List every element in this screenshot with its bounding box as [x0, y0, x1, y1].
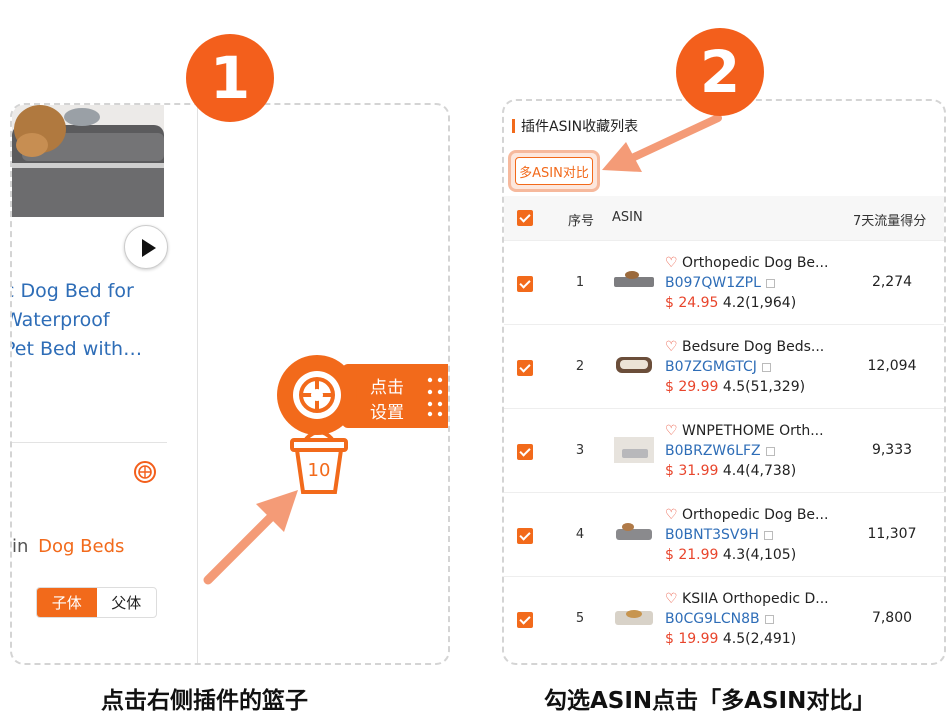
row-asin-link[interactable]: B07ZGMGTCJ	[665, 359, 757, 375]
row-product-thumbnail[interactable]	[612, 433, 656, 467]
right-panel: 插件ASIN收藏列表 多ASIN对比 序号 ASIN 7天流量得分 1 ♡ Ort…	[502, 99, 946, 665]
step-1-badge: 1	[186, 34, 274, 122]
row-checkbox[interactable]	[517, 528, 533, 544]
column-divider	[197, 105, 198, 663]
product-title-line-2[interactable]: Waterproof	[12, 306, 110, 335]
row-checkbox[interactable]	[517, 360, 533, 376]
basket-count: 10	[307, 460, 331, 481]
step-2-badge: 2	[676, 28, 764, 116]
favorite-heart-icon[interactable]: ♡	[665, 507, 678, 523]
row-score: 2,274	[871, 274, 913, 290]
multi-asin-compare-button[interactable]: 多ASIN对比	[515, 157, 593, 185]
column-index: 序号	[568, 214, 595, 229]
divider	[12, 442, 167, 443]
row-title[interactable]: Orthopedic Dog Be...	[682, 507, 828, 523]
row-checkbox[interactable]	[517, 276, 533, 292]
settings-label-1: 点击	[370, 378, 404, 398]
row-product-thumbnail[interactable]	[612, 517, 656, 551]
table-row: 5 ♡ KSIIA Orthopedic D... B0CG9LCN8B $ 19.9…	[504, 576, 944, 660]
row-price: $ 24.95	[665, 295, 719, 311]
table-row: 1 ♡ Orthopedic Dog Be... B097QW1ZPL $ 24.95…	[504, 240, 944, 324]
favorite-heart-icon[interactable]: ♡	[665, 591, 678, 607]
copy-icon[interactable]	[765, 446, 775, 456]
table-header: 序号 ASIN 7天流量得分	[504, 196, 944, 240]
play-icon	[142, 239, 156, 257]
child-variant-tab[interactable]: 子体	[37, 588, 97, 617]
row-rating: 4.4(4,738)	[722, 463, 797, 479]
row-rating: 4.3(4,105)	[722, 547, 797, 563]
row-asin-link[interactable]: B097QW1ZPL	[665, 275, 761, 291]
category-prefix: in	[12, 536, 29, 557]
row-index: 1	[575, 275, 585, 290]
favorite-heart-icon[interactable]: ♡	[665, 255, 678, 271]
row-product-thumbnail[interactable]	[612, 349, 656, 383]
plugin-logo-icon	[293, 371, 341, 419]
row-rating: 4.5(2,491)	[722, 631, 797, 647]
row-price: $ 31.99	[665, 463, 719, 479]
row-details: ♡ Orthopedic Dog Be... B097QW1ZPL $ 24.95 …	[665, 253, 828, 313]
product-image[interactable]	[12, 105, 164, 217]
row-title[interactable]: WNPETHOME Orth...	[682, 423, 824, 439]
row-checkbox[interactable]	[517, 444, 533, 460]
product-title-line-1[interactable]: c Dog Bed for	[12, 277, 134, 306]
column-asin: ASIN	[612, 210, 643, 225]
copy-icon[interactable]	[761, 362, 771, 372]
copy-icon[interactable]	[764, 614, 774, 624]
row-title[interactable]: Orthopedic Dog Be...	[682, 255, 828, 271]
table-row: 2 ♡ Bedsure Dog Beds... B07ZGMGTCJ $ 29.99 …	[504, 324, 944, 408]
plugin-badge-icon[interactable]	[134, 461, 156, 483]
row-details: ♡ Bedsure Dog Beds... B07ZGMGTCJ $ 29.99 4…	[665, 337, 824, 397]
row-index: 3	[575, 443, 585, 458]
row-asin-link[interactable]: B0CG9LCN8B	[665, 611, 760, 627]
copy-icon[interactable]	[765, 278, 775, 288]
settings-label-2: 设置	[370, 403, 404, 423]
row-index: 2	[575, 359, 585, 374]
category-link[interactable]: Dog Beds	[38, 536, 124, 557]
row-score: 12,094	[867, 358, 917, 374]
variant-toggle: 子体 父体	[36, 587, 157, 618]
drag-handle-icon[interactable]	[426, 376, 446, 418]
row-price: $ 21.99	[665, 547, 719, 563]
row-title[interactable]: KSIIA Orthopedic D...	[682, 591, 829, 607]
column-score: 7天流量得分	[853, 214, 927, 229]
row-index: 4	[575, 527, 585, 542]
row-asin-link[interactable]: B0BNT3SV9H	[665, 527, 759, 543]
row-product-thumbnail[interactable]	[612, 265, 656, 299]
row-rating: 4.5(51,329)	[722, 379, 806, 395]
category-line: in Dog Beds	[12, 536, 124, 557]
pointer-arrow-2	[602, 114, 722, 172]
row-details: ♡ Orthopedic Dog Be... B0BNT3SV9H $ 21.99 …	[665, 505, 828, 565]
row-product-thumbnail[interactable]	[612, 601, 656, 635]
select-all-checkbox[interactable]	[517, 210, 533, 226]
row-score: 7,800	[871, 610, 913, 626]
plugin-logo-button[interactable]	[277, 355, 357, 435]
favorite-heart-icon[interactable]: ♡	[665, 423, 678, 439]
favorite-heart-icon[interactable]: ♡	[665, 339, 678, 355]
copy-icon[interactable]	[763, 530, 773, 540]
row-price: $ 19.99	[665, 631, 719, 647]
product-title-line-3[interactable]: Pet Bed with…	[12, 335, 142, 364]
row-title[interactable]: Bedsure Dog Beds...	[682, 339, 824, 355]
left-caption: 点击右侧插件的篮子	[101, 688, 308, 714]
heading-accent-bar	[512, 119, 515, 133]
row-rating: 4.2(1,964)	[722, 295, 797, 311]
row-index: 5	[575, 611, 585, 626]
right-caption: 勾选ASIN点击「多ASIN对比」	[544, 688, 876, 714]
row-asin-link[interactable]: B0BRZW6LFZ	[665, 443, 761, 459]
pointer-arrow-1	[203, 490, 298, 585]
table-row: 3 ♡ WNPETHOME Orth... B0BRZW6LFZ $ 31.99 4.…	[504, 408, 944, 492]
row-score: 9,333	[871, 442, 913, 458]
row-score: 11,307	[867, 526, 917, 542]
play-video-button[interactable]	[124, 225, 168, 269]
row-price: $ 29.99	[665, 379, 719, 395]
row-details: ♡ WNPETHOME Orth... B0BRZW6LFZ $ 31.99 4.4…	[665, 421, 824, 481]
row-details: ♡ KSIIA Orthopedic D... B0CG9LCN8B $ 19.99…	[665, 589, 829, 649]
plugin-settings-tab[interactable]: 点击 设置	[342, 364, 448, 428]
table-row: 4 ♡ Orthopedic Dog Be... B0BNT3SV9H $ 21.99…	[504, 492, 944, 576]
parent-variant-tab[interactable]: 父体	[97, 588, 157, 617]
row-checkbox[interactable]	[517, 612, 533, 628]
